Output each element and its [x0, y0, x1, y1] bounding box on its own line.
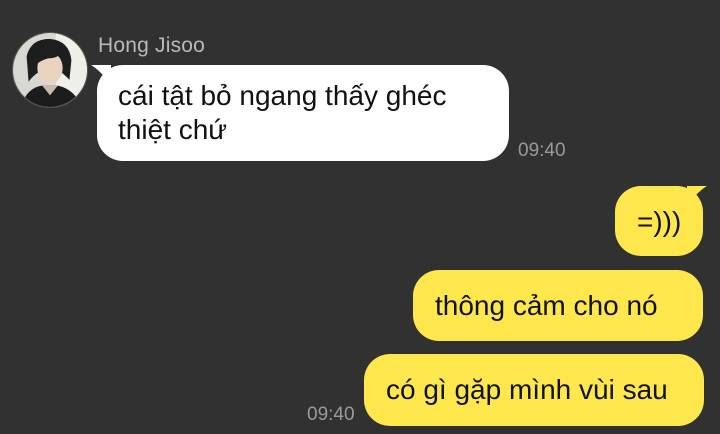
bubble-tail-icon — [91, 65, 111, 85]
incoming-message-text: cái tật bỏ ngang thấy ghéc thiệt chứ — [118, 80, 447, 145]
bubble-tail-icon — [687, 186, 707, 206]
outgoing-message-bubble[interactable]: =))) — [615, 186, 707, 256]
outgoing-message-text: =))) — [637, 206, 682, 237]
outgoing-message-text: có gì gặp mình vùi sau — [386, 374, 668, 405]
sender-name: Hong Jisoo — [98, 34, 206, 57]
contact-avatar[interactable] — [12, 32, 88, 108]
outgoing-message-bubble[interactable]: có gì gặp mình vùi sau — [364, 354, 704, 426]
chat-screen: Hong Jisoo cái tật bỏ ngang thấy ghéc th… — [0, 0, 720, 434]
outgoing-message-bubble[interactable]: thông cảm cho nó — [413, 270, 703, 341]
incoming-message-time: 09:40 — [518, 140, 566, 161]
incoming-message-bubble[interactable]: cái tật bỏ ngang thấy ghéc thiệt chứ — [91, 65, 509, 161]
outgoing-message-time: 09:40 — [307, 404, 355, 425]
outgoing-message-text: thông cảm cho nó — [435, 290, 658, 321]
avatar-photo-icon — [13, 33, 87, 107]
